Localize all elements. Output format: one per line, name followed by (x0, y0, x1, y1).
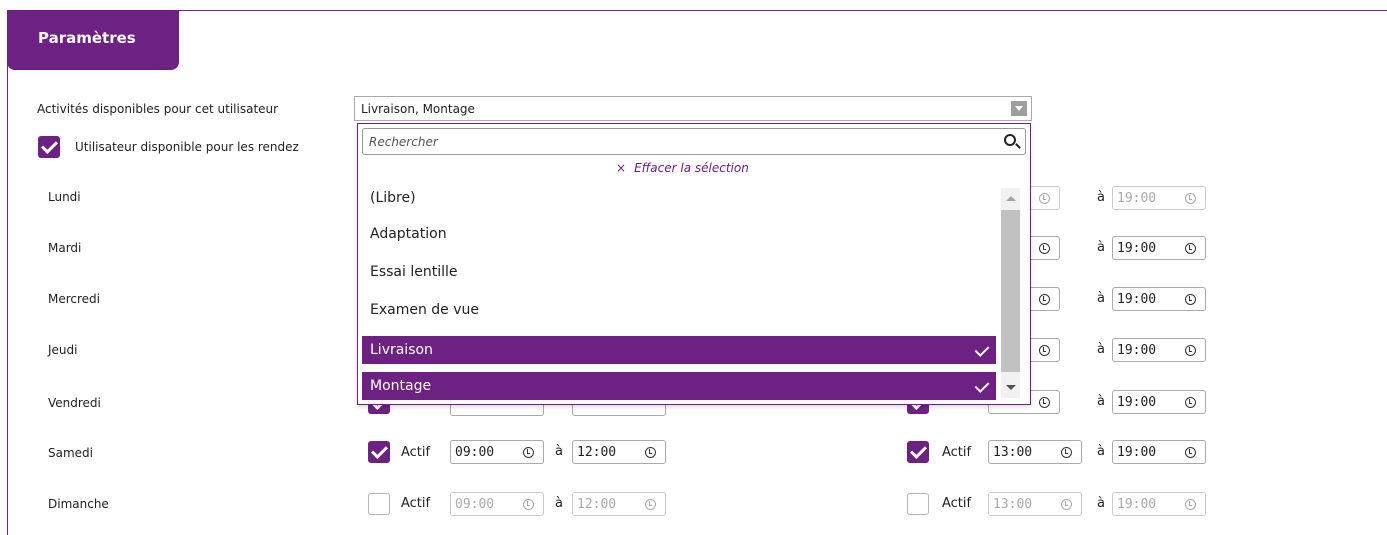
scroll-up-icon[interactable] (1006, 196, 1016, 201)
availability-checkbox[interactable] (38, 136, 60, 158)
samedi-am-from[interactable]: 09:00 (450, 440, 544, 464)
dimanche-pm-checkbox[interactable] (907, 493, 929, 515)
clock-icon (1185, 243, 1196, 254)
pm-to-time[interactable]: 19:00 (1112, 338, 1206, 362)
a-label: à (1097, 190, 1105, 205)
check-icon (974, 378, 990, 393)
day-label: Samedi (48, 446, 93, 460)
day-label: Lundi (48, 190, 81, 204)
clock-icon (645, 447, 656, 458)
samedi-pm-from[interactable]: 13:00 (988, 440, 1082, 464)
actif-label: Actif (401, 445, 431, 460)
clock-icon (523, 499, 534, 510)
clock-icon (1185, 193, 1196, 204)
dimanche-pm-from[interactable]: 13:00 (988, 492, 1082, 516)
scrollbar-thumb[interactable] (1001, 210, 1020, 372)
activities-label: Activités disponibles pour cet utilisate… (37, 102, 279, 116)
clock-icon (1061, 447, 1072, 458)
samedi-am-to[interactable]: 12:00 (572, 440, 666, 464)
clock-icon (1185, 397, 1196, 408)
a-label: à (555, 496, 563, 511)
dropdown-option[interactable]: Essai lentille (362, 258, 996, 286)
a-label: à (555, 444, 563, 459)
dropdown-scrollbar[interactable] (1001, 188, 1020, 398)
day-label: Vendredi (48, 396, 101, 410)
tab-title: Paramètres (38, 29, 136, 47)
actif-label: Actif (942, 445, 972, 460)
actif-label: Actif (942, 496, 972, 511)
activities-select-value: Livraison, Montage (361, 102, 475, 116)
actif-label: Actif (401, 496, 431, 511)
clear-selection-label: Effacer la sélection (634, 161, 749, 175)
clock-icon (645, 499, 656, 510)
clock-icon (1039, 243, 1050, 254)
tab-parametres[interactable]: Paramètres (7, 10, 179, 70)
a-label: à (1097, 291, 1105, 306)
day-label: Dimanche (48, 497, 109, 511)
a-label: à (1097, 342, 1105, 357)
clock-icon (1185, 294, 1196, 305)
a-label: à (1097, 240, 1105, 255)
samedi-pm-checkbox[interactable] (907, 441, 929, 463)
dropdown-option[interactable]: (Libre) (362, 184, 996, 212)
a-label: à (1097, 394, 1105, 409)
dropdown-option-selected[interactable]: Montage (362, 372, 996, 400)
chevron-down-icon[interactable] (1011, 101, 1027, 116)
clock-icon (1185, 447, 1196, 458)
pm-to-time[interactable]: 19:00 (1112, 287, 1206, 311)
pm-to-time[interactable]: 19:00 (1112, 390, 1206, 414)
dimanche-am-to[interactable]: 12:00 (572, 492, 666, 516)
close-icon: × (616, 161, 627, 175)
dimanche-pm-to[interactable]: 19:00 (1112, 492, 1206, 516)
clock-icon (1185, 499, 1196, 510)
search-input[interactable]: Rechercher (362, 128, 1026, 155)
dropdown-option[interactable]: Examen de vue (362, 296, 996, 324)
activities-select[interactable]: Livraison, Montage (354, 96, 1032, 121)
dropdown-option[interactable]: Adaptation (362, 220, 996, 248)
clock-icon (1061, 499, 1072, 510)
clock-icon (1039, 294, 1050, 305)
a-label: à (1097, 444, 1105, 459)
pm-to-time[interactable]: 19:00 (1112, 236, 1206, 260)
day-label: Mardi (48, 241, 82, 255)
clock-icon (1039, 345, 1050, 356)
search-icon[interactable] (1004, 134, 1016, 146)
clock-icon (1185, 345, 1196, 356)
day-label: Mercredi (48, 292, 101, 306)
pm-to-time[interactable]: 19:00 (1112, 186, 1206, 210)
clear-selection-link[interactable]: × Effacer la sélection (616, 161, 749, 175)
samedi-am-checkbox[interactable] (368, 441, 390, 463)
clock-icon (1039, 397, 1050, 408)
availability-label: Utilisateur disponible pour les rendez (75, 140, 299, 154)
dropdown-option-selected[interactable]: Livraison (362, 336, 996, 364)
scroll-down-icon[interactable] (1006, 385, 1016, 390)
check-icon (974, 342, 990, 357)
a-label: à (1097, 496, 1105, 511)
day-label: Jeudi (48, 343, 78, 357)
clock-icon (523, 447, 534, 458)
samedi-pm-to[interactable]: 19:00 (1112, 440, 1206, 464)
dimanche-am-from[interactable]: 09:00 (450, 492, 544, 516)
clock-icon (1039, 193, 1050, 204)
dimanche-am-checkbox[interactable] (368, 493, 390, 515)
activities-dropdown: Rechercher × Effacer la sélection (Libre)… (357, 123, 1031, 405)
search-placeholder: Rechercher (369, 135, 438, 149)
